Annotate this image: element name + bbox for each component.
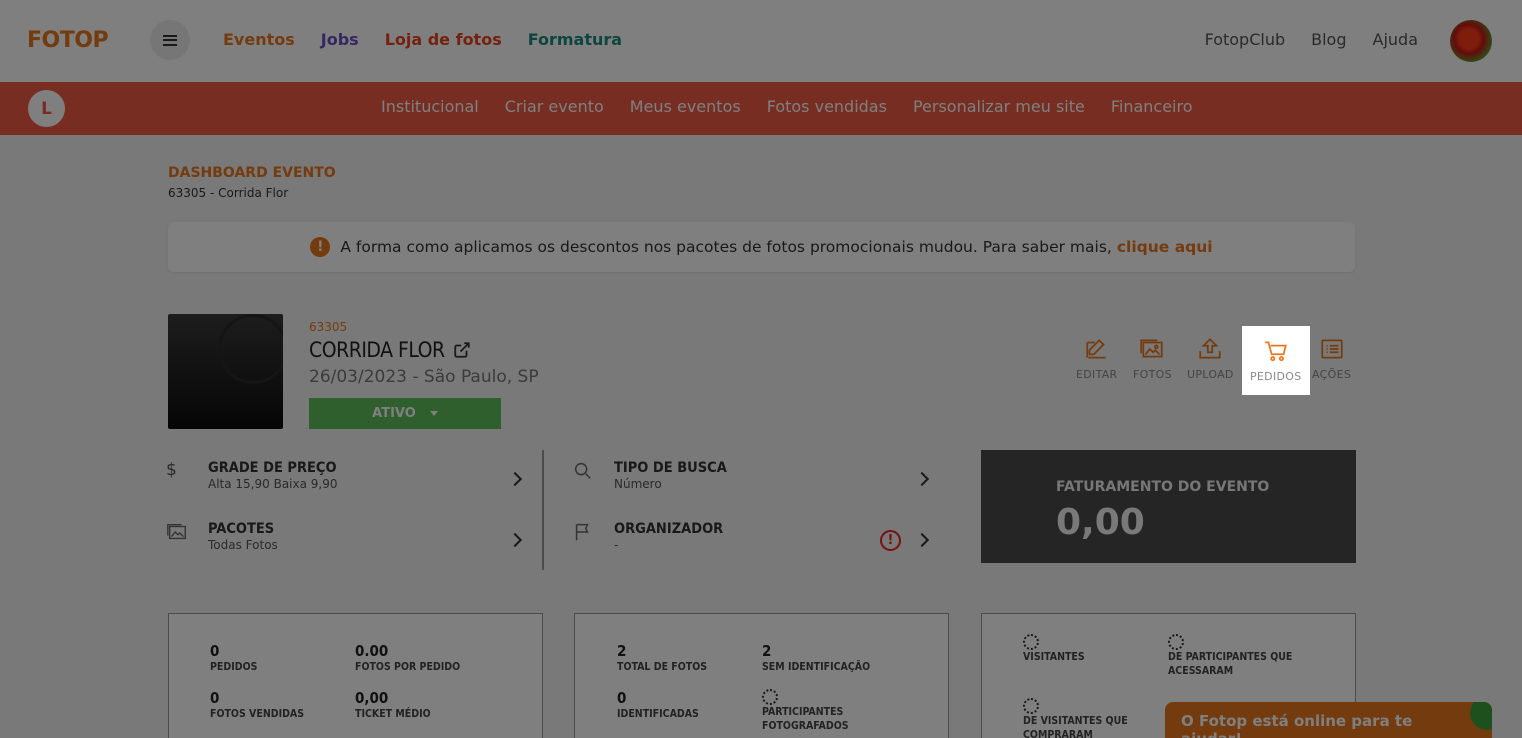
price-grid-label: GRADE DE PREÇO (208, 460, 337, 476)
photos-stats-card: 2 TOTAL DE FOTOS 2 SEM IDENTIFICAÇÃO 0 I… (574, 613, 949, 738)
nav-formatura[interactable]: Formatura (528, 30, 622, 49)
upload-label: UPLOAD (1187, 368, 1234, 381)
search-type-row[interactable]: TIPO DE BUSCA Número (572, 460, 727, 491)
upload-icon (1199, 338, 1221, 359)
hamburger-menu-button[interactable] (150, 20, 190, 60)
status-dropdown[interactable]: ATIVO (309, 398, 501, 429)
list-icon (1320, 339, 1343, 359)
loading-spinner-icon (1168, 634, 1184, 650)
user-initial-badge[interactable]: L (28, 90, 65, 127)
visitors-bought-stat: DE VISITANTES QUE COMPRARAM (1023, 698, 1153, 738)
total-photos-stat: 2 TOTAL DE FOTOS (617, 642, 708, 673)
clock-icon (218, 314, 283, 384)
user-avatar[interactable] (1450, 20, 1492, 62)
participants-photographed-stat: PARTICIPANTES FOTOGRAFADOS (762, 689, 892, 733)
orders-action[interactable]: PEDIDOS (1242, 326, 1310, 395)
warning-icon: ! (310, 237, 331, 257)
image-icon (167, 523, 186, 540)
section-divider (542, 450, 544, 570)
photos-action[interactable]: FOTOS (1133, 336, 1172, 381)
nav-jobs[interactable]: Jobs (321, 30, 359, 49)
photos-sold-stat: 0 FOTOS VENDIDAS (210, 689, 305, 720)
subnav-meus-eventos[interactable]: Meus eventos (630, 97, 741, 116)
discount-notice: ! A forma como aplicamos os descontos no… (168, 222, 1355, 272)
caret-down-icon (429, 411, 438, 416)
loading-spinner-icon (762, 689, 778, 705)
event-name: CORRIDA FLOR (309, 338, 471, 362)
subnav-fotos-vendidas[interactable]: Fotos vendidas (767, 97, 887, 116)
price-grid-row[interactable]: $ GRADE DE PREÇO Alta 15,90 Baixa 9,90 (166, 460, 338, 491)
chevron-right-icon[interactable] (507, 532, 523, 548)
search-type-label: TIPO DE BUSCA (614, 460, 727, 476)
loading-spinner-icon (1023, 634, 1039, 650)
participants-accessed-stat: DE PARTICIPANTES QUE ACESSARAM (1168, 634, 1298, 678)
organizer-row[interactable]: ORGANIZADOR - (572, 521, 723, 552)
page-title: DASHBOARD EVENTO (168, 165, 336, 181)
notice-text: A forma como aplicamos os descontos nos … (340, 238, 1112, 256)
upload-action[interactable]: UPLOAD (1187, 336, 1234, 381)
nav-blog[interactable]: Blog (1311, 30, 1346, 49)
chevron-right-icon[interactable] (914, 471, 930, 487)
chevron-right-icon[interactable] (507, 471, 523, 487)
search-type-value: Número (614, 477, 662, 491)
visitors-stat: VISITANTES (1023, 634, 1085, 664)
chat-text: O Fotop está online para te ajudar! (1181, 712, 1413, 738)
nav-eventos[interactable]: Eventos (223, 30, 295, 49)
photographer-nav: L Institucional Criar evento Meus evento… (0, 82, 1522, 135)
chevron-right-icon[interactable] (914, 532, 930, 548)
edit-action[interactable]: EDITAR (1076, 336, 1118, 381)
edit-label: EDITAR (1076, 368, 1118, 381)
packages-value: Todas Fotos (208, 538, 278, 552)
status-label: ATIVO (372, 406, 416, 421)
identified-stat: 0 IDENTIFICADAS (617, 689, 699, 720)
average-ticket-stat: 0,00 TICKET MÉDIO (355, 689, 431, 720)
nav-ajuda[interactable]: Ajuda (1373, 30, 1419, 49)
packages-label: PACOTES (208, 521, 275, 537)
dollar-icon: $ (166, 460, 177, 480)
event-date-location: 26/03/2023 - São Paulo, SP (309, 367, 539, 387)
sales-stats-card: 0 PEDIDOS 0.00 FOTOS POR PEDIDO 0 FOTOS … (168, 613, 543, 738)
fotop-logo[interactable]: FOTOP (27, 28, 109, 53)
top-header: FOTOP Eventos Jobs Loja de fotos Formatu… (0, 0, 1522, 82)
event-name-text: CORRIDA FLOR (309, 338, 445, 362)
nav-loja-de-fotos[interactable]: Loja de fotos (385, 30, 502, 49)
nav-fotopclub[interactable]: FotopClub (1205, 30, 1286, 49)
packages-row[interactable]: PACOTES Todas Fotos (166, 521, 278, 552)
external-link-icon[interactable] (453, 341, 471, 359)
more-actions[interactable]: AÇÕES (1312, 336, 1351, 381)
loading-spinner-icon (1023, 698, 1039, 714)
subnav-institucional[interactable]: Institucional (381, 97, 479, 116)
photos-per-order-stat: 0.00 FOTOS POR PEDIDO (355, 642, 461, 673)
photos-icon (1140, 339, 1164, 358)
price-grid-value: Alta 15,90 Baixa 9,90 (208, 477, 338, 491)
search-icon (574, 462, 591, 479)
subnav-personalizar-site[interactable]: Personalizar meu site (913, 97, 1085, 116)
chat-widget[interactable]: O Fotop está online para te ajudar! (1165, 702, 1492, 738)
event-thumbnail (168, 314, 283, 429)
more-label: AÇÕES (1312, 368, 1352, 381)
unidentified-stat: 2 SEM IDENTIFICAÇÃO (762, 642, 871, 673)
photos-label: FOTOS (1133, 368, 1172, 381)
organizer-label: ORGANIZADOR (614, 521, 724, 537)
right-nav: FotopClub Blog Ajuda (1205, 30, 1418, 49)
page-subtitle: 63305 - Corrida Flor (168, 186, 289, 200)
revenue-value: 0,00 (1056, 502, 1145, 543)
revenue-title: FATURAMENTO DO EVENTO (1056, 479, 1270, 495)
subnav-criar-evento[interactable]: Criar evento (505, 97, 604, 116)
subnav-financeiro[interactable]: Financeiro (1111, 97, 1193, 116)
event-id: 63305 (309, 320, 348, 334)
notice-link[interactable]: clique aqui (1117, 238, 1213, 256)
main-nav: Eventos Jobs Loja de fotos Formatura (223, 30, 622, 49)
subnav-items: Institucional Criar evento Meus eventos … (381, 97, 1193, 116)
revenue-box: FATURAMENTO DO EVENTO 0,00 (981, 450, 1356, 563)
orders-label: PEDIDOS (1250, 370, 1302, 383)
alert-icon: ! (880, 530, 901, 551)
edit-icon (1086, 339, 1106, 359)
flag-icon (575, 523, 589, 541)
organizer-value: - (614, 538, 619, 552)
orders-stat: 0 PEDIDOS (210, 642, 258, 673)
cart-icon (1264, 341, 1287, 362)
hamburger-icon (163, 34, 177, 46)
